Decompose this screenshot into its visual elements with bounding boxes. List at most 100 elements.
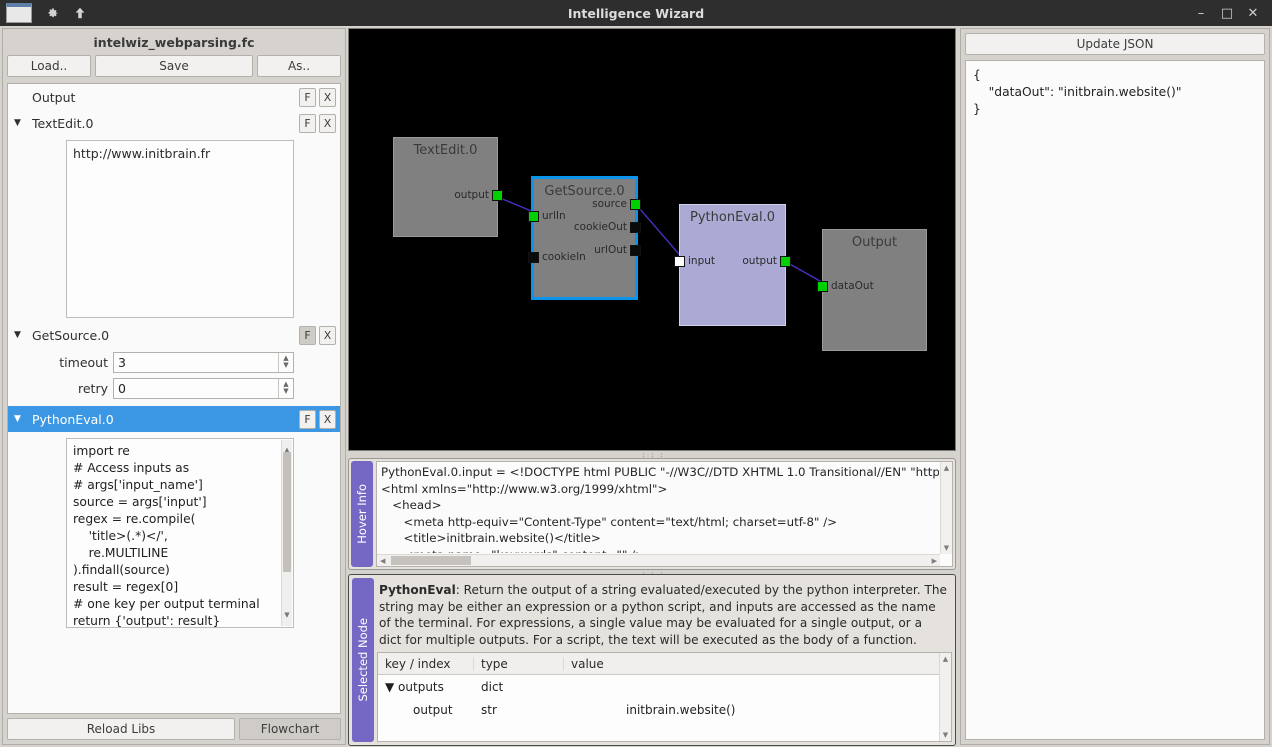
chevron-down-icon[interactable]: ▼ <box>14 414 28 424</box>
node-flag-button[interactable]: F <box>299 113 316 133</box>
node-header-output[interactable]: Output F X <box>8 84 340 110</box>
terminal-pythoneval-input[interactable]: input <box>674 255 715 267</box>
timeout-spinbox[interactable]: 3 ▲ ▼ <box>113 351 294 373</box>
spinner-arrows-icon[interactable]: ▲ ▼ <box>278 378 293 398</box>
up-arrow-icon[interactable] <box>66 2 94 24</box>
node-remove-button[interactable]: X <box>319 325 336 345</box>
node-header-textedit[interactable]: ▼ TextEdit.0 F X <box>8 110 340 136</box>
control-panel: intelwiz_webparsing.fc Load.. Save As.. … <box>2 28 346 745</box>
table-vertical-scrollbar[interactable]: ▲ ▼ <box>939 653 951 741</box>
hover-horizontal-scrollbar[interactable]: ◀ ▶ <box>377 554 940 566</box>
scroll-down-icon[interactable]: ▼ <box>940 731 951 739</box>
canvas-node-pythoneval[interactable]: PythonEval.0 input output <box>674 204 791 326</box>
terminal-output-dataout[interactable]: dataOut <box>817 280 874 292</box>
node-remove-button[interactable]: X <box>319 409 336 429</box>
port-icon[interactable] <box>492 189 503 201</box>
titlebar-toolbar <box>0 2 94 24</box>
terminal-getsource-source[interactable]: source <box>592 198 641 210</box>
chevron-down-icon[interactable]: ▼ <box>14 330 28 340</box>
maximize-button[interactable]: □ <box>1214 1 1240 25</box>
table-row[interactable]: output str initbrain.website() <box>378 698 951 721</box>
close-button[interactable]: ✕ <box>1240 1 1266 25</box>
spinner-arrows-icon[interactable]: ▲ ▼ <box>278 352 293 372</box>
gear-icon[interactable] <box>38 2 66 24</box>
node-name-label: GetSource.0 <box>32 327 110 343</box>
canvas-node-title: Output <box>851 235 898 250</box>
node-flag-button[interactable]: F <box>299 87 316 107</box>
table-cell-value: initbrain.website() <box>626 702 736 717</box>
textedit-value-field[interactable]: http://www.initbrain.fr <box>66 140 294 318</box>
update-json-button[interactable]: Update JSON <box>965 33 1265 55</box>
port-icon[interactable] <box>780 255 791 267</box>
code-vertical-scrollbar[interactable]: ▲ ▼ <box>281 440 292 626</box>
node-control-list[interactable]: Output F X ▼ TextEdit.0 F X http://www.i… <box>7 83 341 714</box>
left-bottom-buttons: Reload Libs Flowchart <box>3 714 345 744</box>
window-icon[interactable] <box>6 3 32 23</box>
timeout-value[interactable]: 3 <box>114 355 278 370</box>
retry-value[interactable]: 0 <box>114 381 278 396</box>
terminal-label: output <box>454 189 489 201</box>
scroll-up-icon[interactable]: ▲ <box>941 464 952 472</box>
selected-node-table[interactable]: key / index type value ▼ outputs dict ou… <box>377 652 952 742</box>
param-retry: retry 0 ▲ ▼ <box>8 376 340 400</box>
port-icon[interactable] <box>528 210 539 222</box>
port-icon[interactable] <box>817 280 828 292</box>
column-header-key: key / index <box>378 656 474 671</box>
minimize-button[interactable]: – <box>1188 1 1214 25</box>
port-icon[interactable] <box>630 221 641 233</box>
scroll-right-icon[interactable]: ▶ <box>932 557 937 565</box>
hover-info-body[interactable]: PythonEval.0.input = <!DOCTYPE html PUBL… <box>376 461 953 567</box>
node-name-label: Output <box>32 89 76 105</box>
save-button[interactable]: Save <box>95 55 253 77</box>
canvas-node-textedit[interactable]: TextEdit.0 output <box>393 137 503 237</box>
node-header-getsource[interactable]: ▼ GetSource.0 F X <box>8 322 340 348</box>
scroll-left-icon[interactable]: ◀ <box>380 557 385 565</box>
node-actions: F X <box>299 409 340 429</box>
port-icon[interactable] <box>630 244 641 256</box>
port-icon[interactable] <box>528 251 539 263</box>
scroll-down-icon[interactable]: ▼ <box>941 544 952 552</box>
terminal-label: urlIn <box>542 210 566 222</box>
scroll-up-icon[interactable]: ▲ <box>940 655 951 663</box>
scrollbar-thumb[interactable] <box>391 556 471 565</box>
hover-info-tab[interactable]: Hover Info <box>351 461 373 567</box>
terminal-getsource-urlin[interactable]: urlIn <box>528 210 566 222</box>
scroll-down-icon[interactable]: ▼ <box>282 607 292 624</box>
param-label: retry <box>78 380 108 396</box>
port-icon[interactable] <box>630 198 641 210</box>
flowchart-canvas[interactable]: TextEdit.0 output GetSource.0 urlIn cook… <box>348 28 956 451</box>
terminal-textedit-output[interactable]: output <box>454 189 503 201</box>
selected-node-description: PythonEval: Return the output of a strin… <box>377 578 952 652</box>
save-as-button[interactable]: As.. <box>257 55 341 77</box>
node-remove-button[interactable]: X <box>319 87 336 107</box>
node-remove-button[interactable]: X <box>319 113 336 133</box>
canvas-node-output[interactable]: Output dataOut <box>817 229 927 351</box>
flowchart-filename: intelwiz_webparsing.fc <box>93 35 255 50</box>
terminal-getsource-urlout[interactable]: urlOut <box>594 244 641 256</box>
pythoneval-code-editor[interactable]: import re # Access inputs as # args['inp… <box>66 438 294 628</box>
retry-spinbox[interactable]: 0 ▲ ▼ <box>113 377 294 399</box>
hover-vertical-scrollbar[interactable]: ▲ ▼ <box>940 462 952 554</box>
node-flag-button[interactable]: F <box>299 325 316 345</box>
selected-node-tab[interactable]: Selected Node <box>352 578 374 742</box>
terminal-getsource-cookieout[interactable]: cookieOut <box>574 221 641 233</box>
reload-libs-button[interactable]: Reload Libs <box>7 718 235 740</box>
scrollbar-thumb[interactable] <box>283 452 291 572</box>
node-header-pythoneval[interactable]: ▼ PythonEval.0 F X <box>8 406 340 432</box>
table-row[interactable]: ▼ outputs dict <box>378 675 951 698</box>
selected-node-title: PythonEval <box>379 583 456 597</box>
json-text-editor[interactable]: { "dataOut": "initbrain.website()" } <box>965 60 1265 740</box>
selected-node-panel: Selected Node PythonEval: Return the out… <box>348 574 956 746</box>
terminal-label: cookieOut <box>573 221 627 233</box>
chevron-down-icon[interactable]: ▼ <box>14 118 28 128</box>
node-flag-button[interactable]: F <box>299 409 316 429</box>
terminal-pythoneval-output[interactable]: output <box>742 255 791 267</box>
port-icon[interactable] <box>674 255 685 267</box>
json-panel: Update JSON { "dataOut": "initbrain.webs… <box>960 28 1270 745</box>
node-actions: F X <box>299 325 340 345</box>
terminal-getsource-cookiein[interactable]: cookieIn <box>528 251 586 263</box>
hover-info-text: PythonEval.0.input = <!DOCTYPE html PUBL… <box>381 465 939 553</box>
load-button[interactable]: Load.. <box>7 55 91 77</box>
flowchart-button[interactable]: Flowchart <box>239 718 341 740</box>
canvas-node-getsource[interactable]: GetSource.0 urlIn cookieIn source cookie… <box>528 176 641 300</box>
